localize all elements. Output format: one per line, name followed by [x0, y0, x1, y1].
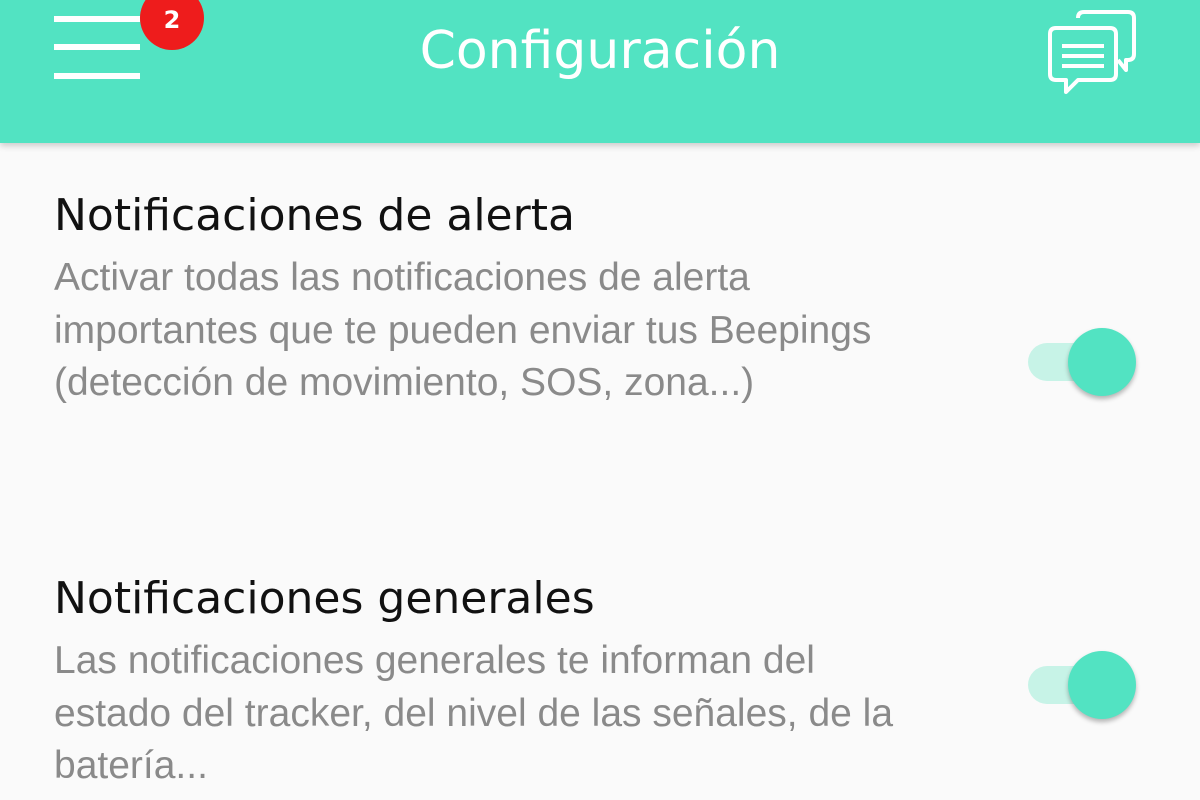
setting-description: Las notificaciones generales te informan… [54, 639, 894, 787]
toggle-thumb [1068, 328, 1136, 396]
setting-description: Activar todas las notificaciones de aler… [54, 256, 872, 404]
notification-badge: 2 [140, 0, 204, 50]
chat-bubbles-icon [1048, 10, 1136, 94]
hamburger-menu-icon [54, 16, 140, 79]
setting-title: Notificaciones de alerta [54, 190, 575, 241]
chat-button[interactable] [1040, 4, 1144, 96]
setting-alert-notifications: Notificaciones de alerta Activar todas l… [54, 188, 1154, 518]
general-notifications-toggle[interactable] [1026, 646, 1138, 719]
app-bar: 2 Configuración [0, 0, 1200, 143]
menu-button[interactable]: 2 [40, 0, 204, 100]
setting-general-notifications: Notificaciones generales Las notificacio… [54, 571, 1154, 800]
toggle-thumb [1068, 651, 1136, 719]
setting-title: Notificaciones generales [54, 573, 595, 624]
settings-list: Notificaciones de alerta Activar todas l… [0, 143, 1200, 800]
alert-notifications-toggle[interactable] [1026, 323, 1138, 396]
